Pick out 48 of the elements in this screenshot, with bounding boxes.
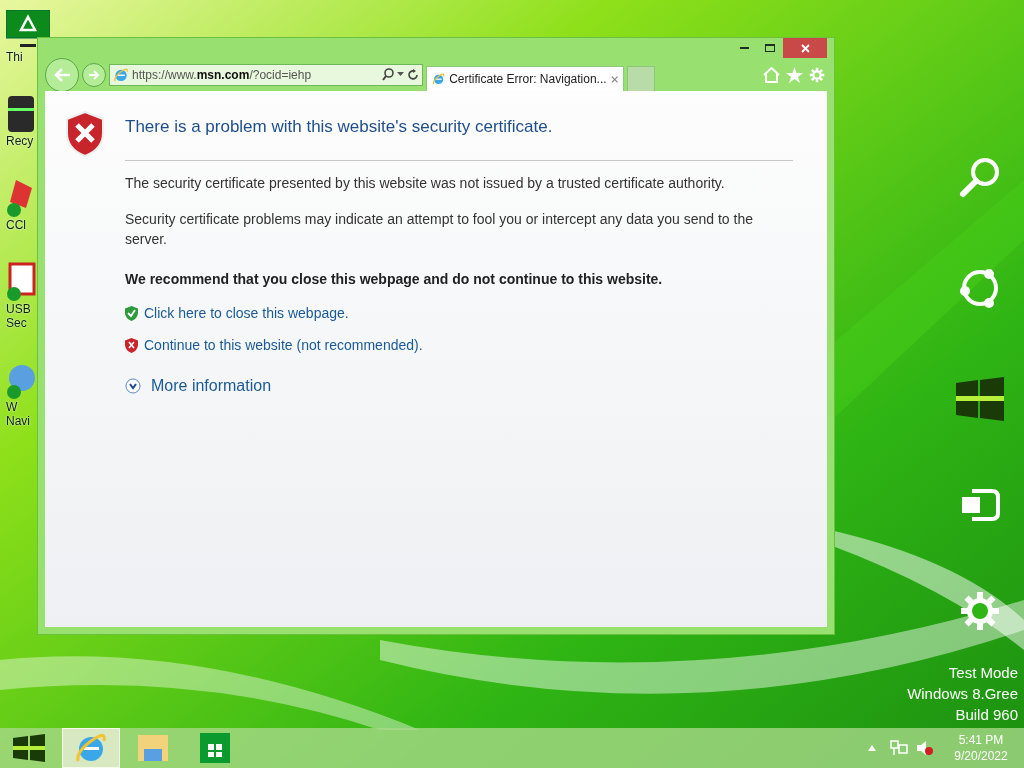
folder-icon xyxy=(136,733,170,763)
network-icon[interactable] xyxy=(890,740,908,756)
up-caret-icon[interactable] xyxy=(868,745,876,751)
forward-button[interactable] xyxy=(82,62,106,87)
error-shield-icon xyxy=(125,338,138,353)
watermark-text: Windows 8.Gree xyxy=(907,684,1018,703)
close-icon xyxy=(800,43,810,53)
watermark-text: Build 960 xyxy=(955,705,1018,724)
star-icon[interactable] xyxy=(786,66,803,83)
browser-e-icon xyxy=(432,71,446,87)
bin-icon[interactable] xyxy=(6,94,36,134)
icon-label: Navi xyxy=(6,414,30,428)
body-text: The security certificate presented by this website was not issued by a trusted certificate authority. xyxy=(125,173,726,193)
watermark-text: Test Mode xyxy=(948,663,1018,682)
windows-logo-icon[interactable] xyxy=(956,377,1004,421)
icon-label: USB xyxy=(6,302,31,316)
browser-tab[interactable]: Certificate Error: Navigation... xyxy=(426,66,624,91)
check-shield-icon xyxy=(125,306,138,321)
muted-speaker-icon[interactable] xyxy=(916,740,934,756)
dropdown-caret-icon[interactable] xyxy=(397,72,404,77)
windows-logo-icon xyxy=(13,734,45,762)
body-text: Security certificate problems may indicate an attempt to fool you or intercept any data you send to the server. xyxy=(125,209,754,249)
page-link[interactable]: Click here to close this webpage. xyxy=(144,303,349,324)
settings-icon[interactable] xyxy=(958,589,1002,633)
close-button[interactable] xyxy=(783,38,827,58)
back-arrow-icon xyxy=(53,66,71,83)
icon-label: Recy xyxy=(6,134,34,148)
icon-label: W xyxy=(6,400,18,414)
search-icon[interactable] xyxy=(382,68,394,81)
tab-title: Certificate Error: Navigation... xyxy=(449,71,607,88)
error-heading: There is a problem with this website's security certificate. xyxy=(125,114,793,161)
monitor-icon[interactable] xyxy=(6,10,50,50)
address-text: https://www.msn.com/?ocid=iehp xyxy=(132,66,313,84)
back-button[interactable] xyxy=(45,57,79,92)
store-icon xyxy=(200,733,230,763)
forward-arrow-icon xyxy=(88,68,100,81)
icon-label: Sec xyxy=(6,316,27,330)
icon-label: CCl xyxy=(6,218,26,232)
tab-close-icon[interactable] xyxy=(610,74,618,84)
expand-chevron-icon xyxy=(125,377,141,394)
recommendation-text: We recommend that you close this webpage and do not continue to this website. xyxy=(125,269,664,289)
icon-label: Thi xyxy=(6,50,23,64)
more-information-toggle[interactable]: More information xyxy=(125,373,793,398)
page-link[interactable]: Continue to this website (not recommended). xyxy=(144,335,423,356)
address-bar[interactable]: https://www.msn.com/?ocid=iehp xyxy=(109,63,423,86)
browser-e-icon xyxy=(113,66,129,83)
error-shield-icon xyxy=(65,111,105,157)
refresh-icon[interactable] xyxy=(407,68,419,81)
